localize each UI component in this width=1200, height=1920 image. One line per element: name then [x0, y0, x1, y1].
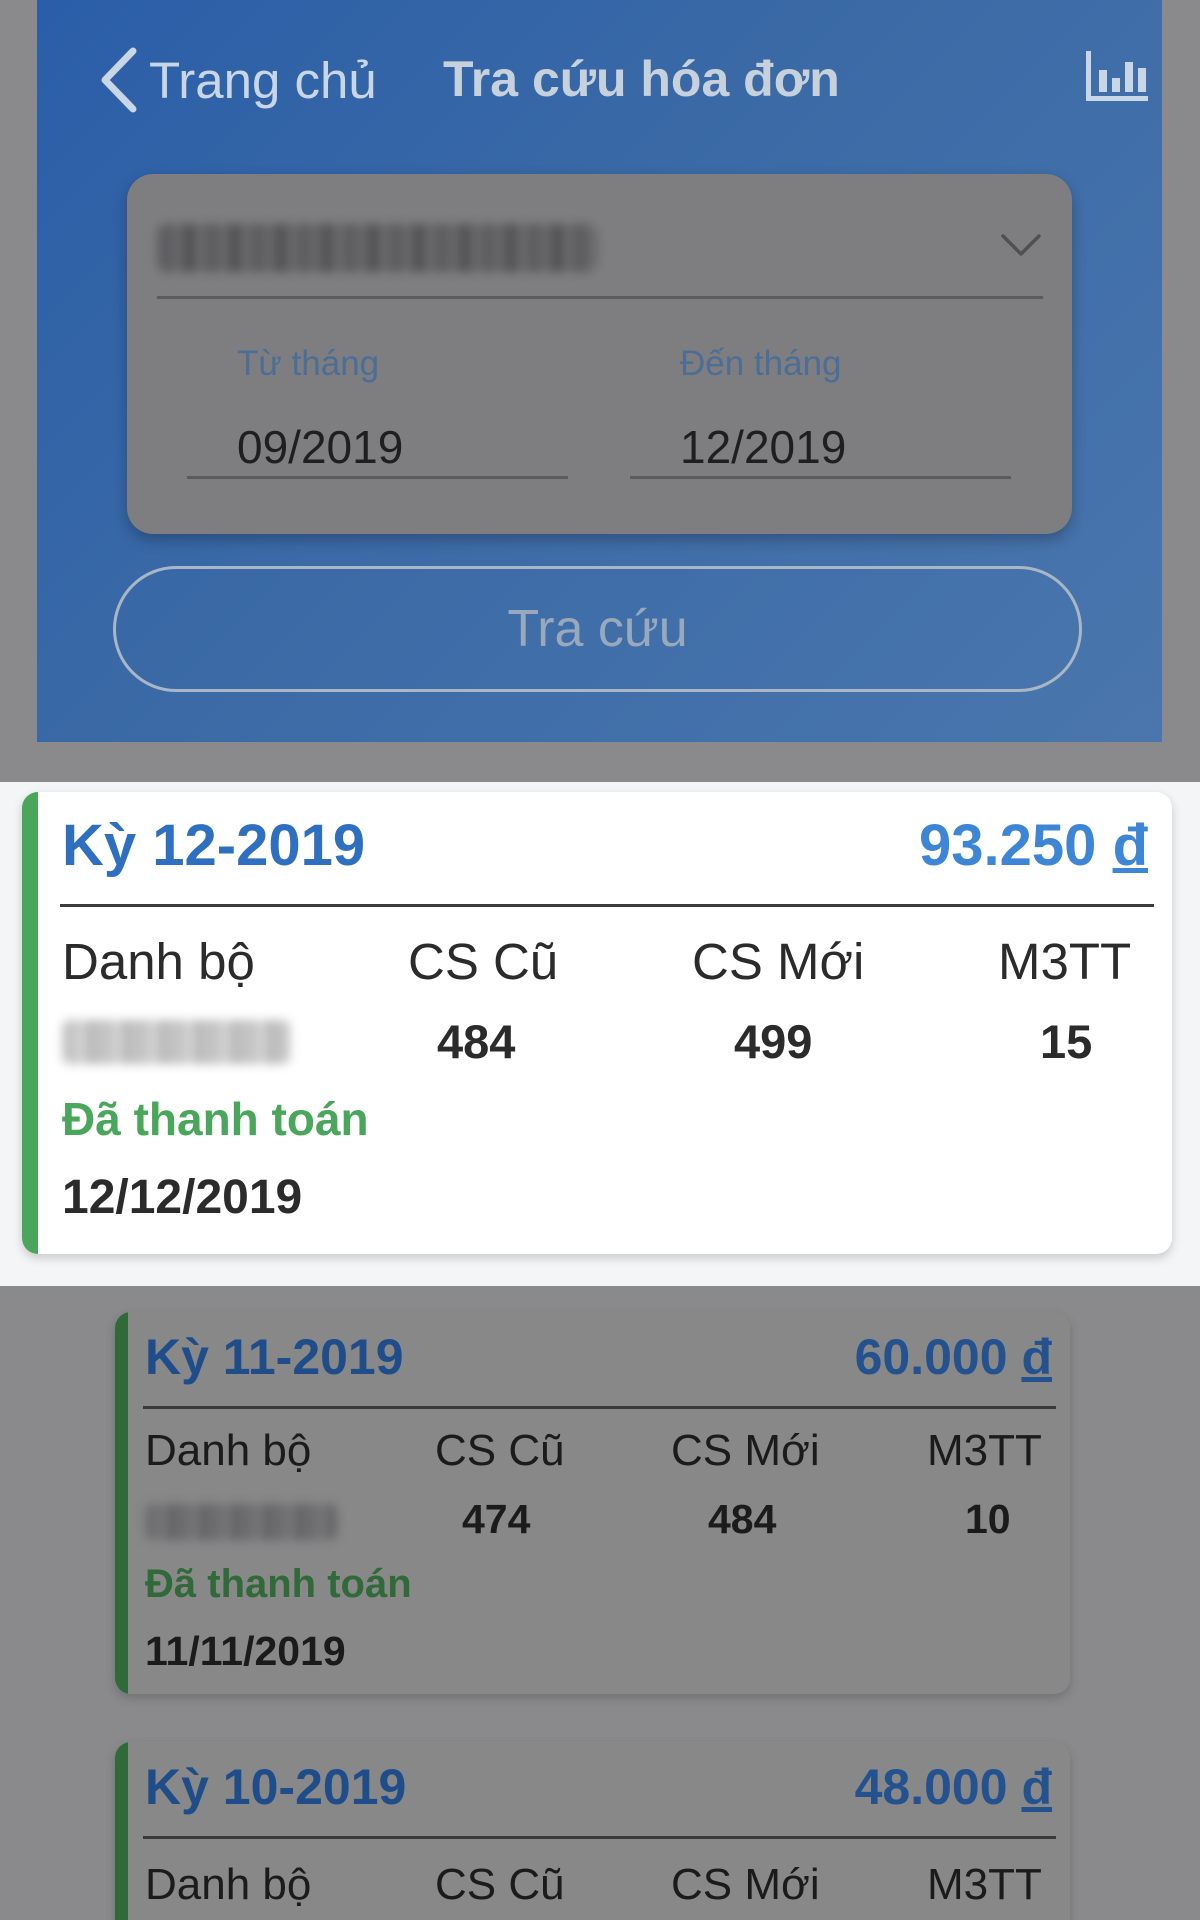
- paid-indicator-bar: [115, 1742, 128, 1920]
- new-reading: 484: [708, 1496, 777, 1542]
- col-head-cs-moi: CS Mới: [671, 1426, 820, 1475]
- col-head-cs-moi: CS Mới: [671, 1860, 820, 1909]
- bill-amount: 93.250 đ: [919, 812, 1148, 879]
- col-head-cs-moi: CS Mới: [692, 933, 865, 990]
- col-head-m3tt: M3TT: [998, 933, 1132, 990]
- bill-card[interactable]: Kỳ 10-2019 48.000 đ Danh bộ CS Cũ CS Mới…: [115, 1742, 1070, 1920]
- search-button[interactable]: Tra cứu: [113, 566, 1082, 692]
- from-month-value: 09/2019: [237, 421, 404, 473]
- header: Trang chủ Tra cứu hóa đơn Từ tháng 09/20…: [37, 0, 1162, 742]
- col-head-cs-cu: CS Cũ: [435, 1860, 565, 1909]
- bar-chart-icon[interactable]: [1083, 48, 1151, 104]
- filter-card: Từ tháng 09/2019 Đến tháng 12/2019: [127, 174, 1072, 534]
- account-value-redacted: [157, 224, 597, 272]
- chevron-down-icon: [1001, 234, 1041, 256]
- account-select[interactable]: [157, 204, 1043, 299]
- bill-amount: 48.000 đ: [855, 1758, 1052, 1816]
- old-reading: 474: [462, 1496, 531, 1542]
- amount-value: 48.000: [854, 1759, 1008, 1815]
- payment-date: 12/12/2019: [62, 1171, 303, 1224]
- payment-date: 11/11/2019: [145, 1628, 346, 1674]
- consumption-m3: 15: [1040, 1015, 1093, 1068]
- new-reading: 499: [734, 1015, 813, 1068]
- col-head-m3tt: M3TT: [927, 1860, 1042, 1909]
- col-head-m3tt: M3TT: [927, 1426, 1042, 1475]
- bill-amount: 60.000 đ: [855, 1328, 1052, 1386]
- col-head-danh-bo: Danh bộ: [145, 1860, 312, 1909]
- bill-lookup-screen: Trang chủ Tra cứu hóa đơn Từ tháng 09/20…: [0, 0, 1200, 1920]
- card-divider: [143, 1836, 1056, 1839]
- amount-value: 93.250: [919, 813, 1097, 878]
- back-button[interactable]: Trang chủ: [97, 40, 377, 120]
- payment-status: Đã thanh toán: [62, 1093, 369, 1145]
- currency-symbol: đ: [1021, 1759, 1052, 1815]
- bill-card[interactable]: Kỳ 11-2019 60.000 đ Danh bộ CS Cũ CS Mới…: [115, 1312, 1070, 1694]
- account-number-redacted: [145, 1504, 337, 1540]
- card-divider: [143, 1406, 1056, 1409]
- currency-symbol: đ: [1021, 1329, 1052, 1385]
- consumption-m3: 10: [965, 1496, 1011, 1542]
- from-month-label: Từ tháng: [237, 344, 380, 383]
- amount-value: 60.000: [854, 1329, 1008, 1385]
- page-title: Tra cứu hóa đơn: [443, 51, 840, 107]
- account-number-redacted: [62, 1020, 290, 1064]
- chevron-left-icon: [101, 47, 137, 113]
- to-month-value: 12/2019: [680, 421, 847, 473]
- bill-card-highlighted[interactable]: Kỳ 12-2019 93.250 đ Danh bộ CS Cũ CS Mới…: [22, 792, 1172, 1254]
- bill-period: Kỳ 12-2019: [62, 813, 366, 878]
- paid-indicator-bar: [22, 792, 38, 1254]
- from-month-field[interactable]: Từ tháng 09/2019: [187, 344, 568, 479]
- old-reading: 484: [437, 1015, 516, 1068]
- to-month-field[interactable]: Đến tháng 12/2019: [630, 344, 1011, 479]
- bill-period: Kỳ 10-2019: [145, 1759, 407, 1815]
- card-divider: [60, 904, 1154, 907]
- paid-indicator-bar: [115, 1312, 128, 1694]
- currency-symbol: đ: [1112, 813, 1148, 878]
- to-month-label: Đến tháng: [680, 344, 842, 383]
- back-label: Trang chủ: [149, 51, 377, 109]
- payment-status: Đã thanh toán: [145, 1562, 412, 1606]
- bill-period: Kỳ 11-2019: [145, 1329, 404, 1385]
- col-head-danh-bo: Danh bộ: [62, 933, 255, 990]
- col-head-danh-bo: Danh bộ: [145, 1426, 312, 1475]
- col-head-cs-cu: CS Cũ: [408, 933, 559, 990]
- col-head-cs-cu: CS Cũ: [435, 1426, 565, 1475]
